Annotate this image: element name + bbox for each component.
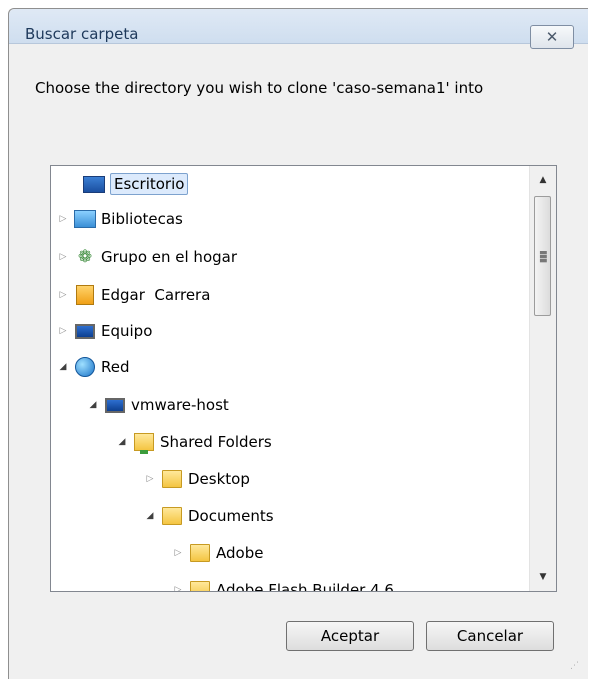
tree-item-documents[interactable]: ◢ Documents xyxy=(143,501,274,531)
tree-item-equipo[interactable]: ▷ Equipo xyxy=(56,316,153,346)
tree-item-label: Grupo en el hogar xyxy=(101,248,237,266)
tree-item-bibliotecas[interactable]: ▷ Bibliotecas xyxy=(56,204,183,234)
cancel-button[interactable]: Cancelar xyxy=(426,621,554,651)
tree-item-label: vmware-host xyxy=(131,396,229,414)
tree-item-red[interactable]: ◢ Red xyxy=(56,352,130,382)
vertical-scrollbar[interactable]: ▲ ▬ ▬ ▬ ▼ xyxy=(529,166,556,591)
resize-grip-icon[interactable]: ⋰ xyxy=(570,661,579,671)
expand-arrow-icon[interactable]: ▷ xyxy=(171,585,185,591)
tree-item-label: Escritorio xyxy=(110,173,189,195)
tree-item-vmware-host[interactable]: ◢ vmware-host xyxy=(86,390,229,420)
tree-item-desktop[interactable]: ▷ Desktop xyxy=(143,464,250,494)
tree-item-label: Adobe xyxy=(216,544,264,562)
expand-arrow-icon[interactable]: ▷ xyxy=(143,474,157,484)
tree-item-label: Documents xyxy=(188,507,274,525)
network-icon xyxy=(74,357,96,377)
scroll-up-icon[interactable]: ▲ xyxy=(530,166,556,194)
tree-item-label: Bibliotecas xyxy=(101,210,183,228)
expand-arrow-icon[interactable]: ▷ xyxy=(171,548,185,558)
tree-item-escritorio[interactable]: Escritorio xyxy=(65,169,189,199)
expand-arrow-icon[interactable]: ▷ xyxy=(56,290,70,300)
folder-icon xyxy=(189,543,211,563)
tree-item-label: Red xyxy=(101,358,130,376)
tree-item-edgar-carrera[interactable]: ▷ Edgar Carrera xyxy=(56,280,210,310)
shared-folder-icon xyxy=(133,432,155,454)
grip-icon: ▬ ▬ ▬ xyxy=(539,248,548,266)
tree-item-adobe[interactable]: ▷ Adobe xyxy=(171,538,263,568)
tree-item-label: Desktop xyxy=(188,470,250,488)
libraries-icon xyxy=(74,209,96,229)
folder-tree-viewport: Escritorio ▷ Bibliotecas ▷ ❁ Grupo en el… xyxy=(51,166,529,591)
dialog-title: Buscar carpeta xyxy=(25,25,139,43)
collapse-arrow-icon[interactable]: ◢ xyxy=(115,437,129,447)
tree-item-label: Adobe Flash Builder 4.6 xyxy=(216,581,394,591)
collapse-arrow-icon[interactable]: ◢ xyxy=(56,362,70,372)
folder-icon xyxy=(189,580,211,591)
scroll-down-icon[interactable]: ▼ xyxy=(530,563,556,591)
accept-button[interactable]: Aceptar xyxy=(286,621,414,651)
expand-arrow-icon[interactable]: ▷ xyxy=(56,252,70,262)
tree-item-label: Edgar Carrera xyxy=(101,286,211,304)
collapse-arrow-icon[interactable]: ◢ xyxy=(143,511,157,521)
computer-icon xyxy=(104,395,126,415)
tree-item-label: Shared Folders xyxy=(160,433,272,451)
expand-arrow-icon[interactable]: ▷ xyxy=(56,326,70,336)
expand-arrow-icon[interactable]: ▷ xyxy=(56,214,70,224)
tree-item-adobe-flash-builder[interactable]: ▷ Adobe Flash Builder 4.6 xyxy=(171,575,394,591)
tree-item-shared-folders[interactable]: ◢ Shared Folders xyxy=(115,427,272,457)
tree-item-label: Equipo xyxy=(101,322,153,340)
folder-icon xyxy=(161,506,183,526)
folder-tree[interactable]: Escritorio ▷ Bibliotecas ▷ ❁ Grupo en el… xyxy=(50,165,557,592)
homegroup-icon: ❁ xyxy=(77,247,93,267)
folder-icon xyxy=(161,469,183,489)
dialog-message: Choose the directory you wish to clone '… xyxy=(35,79,484,97)
desktop-icon xyxy=(83,174,105,194)
close-icon: ✕ xyxy=(545,28,559,46)
user-folder-icon xyxy=(74,285,96,305)
tree-item-grupo-hogar[interactable]: ▷ ❁ Grupo en el hogar xyxy=(56,242,237,272)
close-button[interactable]: ✕ xyxy=(530,25,574,49)
computer-icon xyxy=(74,321,96,341)
scroll-thumb[interactable]: ▬ ▬ ▬ xyxy=(534,196,551,316)
collapse-arrow-icon[interactable]: ◢ xyxy=(86,400,100,410)
